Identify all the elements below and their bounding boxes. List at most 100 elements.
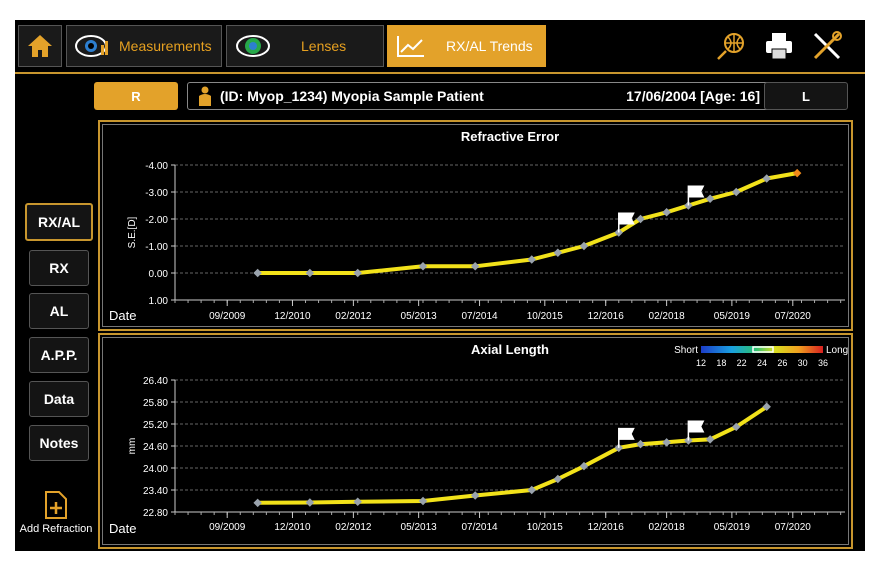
- add-refraction-label: Add Refraction: [19, 523, 93, 535]
- x-axis-label: Date: [109, 308, 136, 323]
- nav-data[interactable]: Data: [29, 381, 89, 417]
- y-tick-label: 23.40: [143, 486, 168, 497]
- y-tick-label: 26.40: [143, 376, 168, 387]
- x-tick-label: 05/2013: [401, 311, 438, 322]
- x-tick-label: 12/2016: [588, 522, 625, 533]
- eye-measure-icon: [75, 35, 108, 57]
- tools-icon[interactable]: [811, 30, 843, 62]
- app-window: Measurements Lenses RX/AL Trends R (ID: …: [15, 20, 865, 551]
- nav-al[interactable]: AL: [29, 293, 89, 329]
- x-axis-label: Date: [109, 521, 136, 536]
- right-eye-button[interactable]: R: [94, 82, 178, 110]
- flag-marker: [618, 427, 635, 440]
- y-tick-label: 24.60: [143, 442, 168, 453]
- add-refraction-button[interactable]: Add Refraction: [17, 490, 95, 535]
- data-point: [305, 498, 315, 507]
- x-tick-label: 09/2009: [209, 522, 246, 533]
- data-point: [662, 438, 671, 447]
- x-tick-label: 09/2009: [209, 311, 246, 322]
- printer-icon[interactable]: [763, 30, 795, 62]
- x-tick-label: 05/2019: [714, 522, 751, 533]
- y-tick-label: 1.00: [149, 296, 169, 307]
- data-point: [470, 491, 480, 500]
- legend-tick-label: 12: [696, 358, 706, 368]
- add-document-icon: [45, 491, 67, 519]
- x-tick-label: 10/2015: [527, 522, 564, 533]
- y-axis-label: mm: [127, 438, 138, 455]
- y-tick-label: 22.80: [143, 508, 168, 519]
- nav-notes[interactable]: Notes: [29, 425, 89, 461]
- tab-measurements-label: Measurements: [119, 38, 212, 54]
- chart-title: Refractive Error: [461, 129, 559, 144]
- patient-info-bar: (ID: Myop_1234) Myopia Sample Patient 17…: [187, 82, 771, 110]
- lens-eye-icon: [236, 35, 270, 57]
- x-tick-label: 02/2018: [649, 522, 686, 533]
- x-tick-label: 02/2012: [335, 522, 372, 533]
- y-tick-label: -4.00: [145, 161, 168, 172]
- x-tick-label: 07/2014: [461, 311, 498, 322]
- legend-long-label: Long: [826, 345, 848, 356]
- refractive-error-plot: Refractive Error -4.00 -3.00 -2.00 -1.00 0.00…: [109, 129, 845, 323]
- y-axis-label: S.E.[D]: [127, 216, 138, 248]
- series-line: [257, 171, 798, 275]
- axial-length-plot: Axial Length 26.40 25.80 25.20 24.60 24.00 23.…: [109, 342, 848, 536]
- x-tick-label: 12/2016: [588, 311, 625, 322]
- legend-tick-label: 26: [777, 358, 787, 368]
- data-point: [353, 497, 362, 506]
- top-toolbar: Measurements Lenses RX/AL Trends: [15, 20, 865, 74]
- y-tick-label: 0.00: [149, 269, 169, 280]
- legend-tick-label: 18: [716, 358, 726, 368]
- data-point: [418, 496, 428, 506]
- data-point: [792, 168, 802, 178]
- y-tick-label: 25.20: [143, 420, 168, 431]
- nav-rx-al[interactable]: RX/AL: [25, 203, 93, 241]
- legend-tick-label: 24: [757, 358, 767, 368]
- axial-length-chart: Axial Length 26.40 25.80 25.20 24.60 24.00 23.…: [98, 333, 853, 549]
- legend-tick-label: 36: [818, 358, 828, 368]
- x-tick-label: 10/2015: [527, 311, 564, 322]
- tab-lenses[interactable]: Lenses: [226, 25, 384, 67]
- legend-tick-label: 30: [798, 358, 808, 368]
- home-icon: [28, 35, 52, 57]
- nav-rx[interactable]: RX: [29, 250, 89, 286]
- data-point: [553, 248, 563, 257]
- data-point: [305, 268, 315, 278]
- data-point: [253, 268, 262, 278]
- y-tick-label: 25.80: [143, 398, 168, 409]
- x-tick-label: 12/2010: [274, 311, 311, 322]
- y-tick-label: 24.00: [143, 464, 168, 475]
- refractive-error-chart: Refractive Error -4.00 -3.00 -2.00 -1.00 0.00…: [98, 120, 853, 331]
- legend-tick-label: 22: [737, 358, 747, 368]
- flag-marker: [688, 420, 705, 433]
- tab-measurements[interactable]: Measurements: [66, 25, 222, 67]
- x-tick-label: 02/2012: [335, 311, 372, 322]
- x-tick-label: 05/2013: [401, 522, 438, 533]
- x-tick-label: 12/2010: [274, 522, 311, 533]
- left-eye-button[interactable]: L: [764, 82, 848, 110]
- x-tick-label: 07/2020: [775, 522, 812, 533]
- trend-chart-icon: [397, 36, 424, 57]
- nav-app[interactable]: A.P.P.: [29, 337, 89, 373]
- globe-icon[interactable]: [715, 30, 747, 62]
- y-tick-label: -1.00: [145, 242, 168, 253]
- x-tick-label: 07/2020: [775, 311, 812, 322]
- data-point: [418, 262, 428, 271]
- patient-dob: 17/06/2004 [Age: 16]: [626, 88, 760, 104]
- data-point: [353, 268, 362, 278]
- home-button[interactable]: [18, 25, 62, 67]
- data-point: [527, 255, 536, 264]
- data-point: [636, 439, 645, 449]
- patient-name: (ID: Myop_1234) Myopia Sample Patient: [220, 88, 484, 104]
- y-tick-label: -2.00: [145, 215, 168, 226]
- data-point: [253, 498, 262, 508]
- x-tick-label: 02/2018: [649, 311, 686, 322]
- tab-rx-al-trends[interactable]: RX/AL Trends: [387, 25, 546, 67]
- person-icon: [199, 86, 211, 106]
- tab-rx-al-trends-label: RX/AL Trends: [446, 38, 533, 54]
- legend-short-label: Short: [674, 345, 698, 356]
- data-point: [470, 262, 480, 271]
- x-tick-label: 05/2019: [714, 311, 751, 322]
- chart-title: Axial Length: [471, 342, 549, 357]
- tab-lenses-label: Lenses: [301, 38, 347, 54]
- y-tick-label: -3.00: [145, 188, 168, 199]
